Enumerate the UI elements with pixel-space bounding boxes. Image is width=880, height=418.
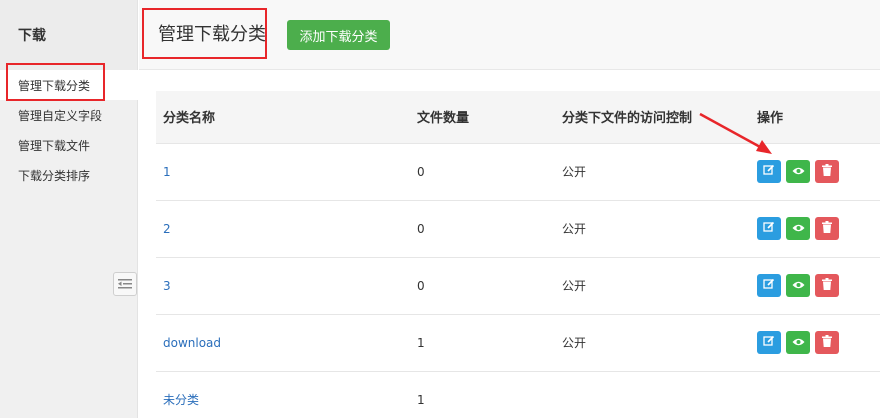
category-name-link[interactable]: download [163, 336, 221, 350]
file-count: 1 [417, 335, 425, 350]
category-name-link[interactable]: 3 [163, 279, 171, 293]
table-row: 2 0 公开 [156, 200, 880, 257]
table-header-row: 分类名称 文件数量 分类下文件的访问控制 操作 [156, 91, 880, 144]
file-count: 0 [417, 221, 425, 236]
eye-icon [792, 279, 805, 293]
category-name-link[interactable]: 1 [163, 165, 171, 179]
collapse-sidebar-icon [118, 275, 132, 294]
table-row: download 1 公开 [156, 314, 880, 371]
access-control [555, 371, 750, 418]
access-control: 公开 [562, 279, 587, 293]
trash-icon [822, 335, 832, 350]
edit-button[interactable] [757, 274, 781, 297]
edit-icon [763, 221, 775, 236]
edit-button[interactable] [757, 331, 781, 354]
view-button[interactable] [786, 274, 810, 297]
row-actions [757, 217, 880, 240]
edit-icon [763, 335, 775, 350]
edit-button[interactable] [757, 217, 781, 240]
sidebar-menu: 管理下载分类 管理自定义字段 管理下载文件 下载分类排序 [0, 70, 139, 190]
sidebar: 下载 管理下载分类 管理自定义字段 管理下载文件 下载分类排序 [0, 0, 139, 418]
table-row: 1 0 公开 [156, 143, 880, 200]
trash-icon [822, 278, 832, 293]
trash-icon [822, 164, 832, 179]
sidebar-item-manage-files[interactable]: 管理下载文件 [0, 130, 138, 160]
table-row: 3 0 公开 [156, 257, 880, 314]
file-count: 0 [417, 164, 425, 179]
delete-button[interactable] [815, 160, 839, 183]
eye-icon [792, 165, 805, 179]
edit-button[interactable] [757, 160, 781, 183]
category-table: 分类名称 文件数量 分类下文件的访问控制 操作 1 0 公开 2 0 公开 3 … [156, 91, 880, 418]
edit-icon [763, 278, 775, 293]
access-control: 公开 [562, 336, 587, 350]
view-button[interactable] [786, 331, 810, 354]
row-actions [757, 274, 880, 297]
page-title: 管理下载分类 [158, 24, 266, 45]
delete-button[interactable] [815, 274, 839, 297]
edit-icon [763, 164, 775, 179]
column-header-name: 分类名称 [156, 91, 410, 144]
file-count: 1 [417, 392, 425, 407]
file-count: 0 [417, 278, 425, 293]
column-header-actions: 操作 [750, 91, 880, 144]
trash-icon [822, 221, 832, 236]
eye-icon [792, 336, 805, 350]
table-row: 未分类 1 [156, 371, 880, 418]
sidebar-item-category-order[interactable]: 下载分类排序 [0, 160, 138, 190]
page-header: 管理下载分类 添加下载分类 [139, 0, 880, 70]
delete-button[interactable] [815, 331, 839, 354]
category-name-link[interactable]: 2 [163, 222, 171, 236]
row-actions [757, 331, 880, 354]
sidebar-title: 下载 [0, 0, 137, 70]
access-control: 公开 [562, 222, 587, 236]
sidebar-item-custom-fields[interactable]: 管理自定义字段 [0, 100, 138, 130]
sidebar-item-manage-categories[interactable]: 管理下载分类 [0, 70, 139, 100]
row-actions [757, 160, 880, 183]
category-table-container: 分类名称 文件数量 分类下文件的访问控制 操作 1 0 公开 2 0 公开 3 … [156, 91, 880, 418]
eye-icon [792, 222, 805, 236]
column-header-access: 分类下文件的访问控制 [555, 91, 750, 144]
column-header-count: 文件数量 [410, 91, 555, 144]
view-button[interactable] [786, 217, 810, 240]
add-category-button[interactable]: 添加下载分类 [287, 20, 390, 50]
category-name-link[interactable]: 未分类 [163, 393, 199, 407]
collapse-sidebar-button[interactable] [113, 272, 137, 296]
access-control: 公开 [562, 165, 587, 179]
delete-button[interactable] [815, 217, 839, 240]
view-button[interactable] [786, 160, 810, 183]
